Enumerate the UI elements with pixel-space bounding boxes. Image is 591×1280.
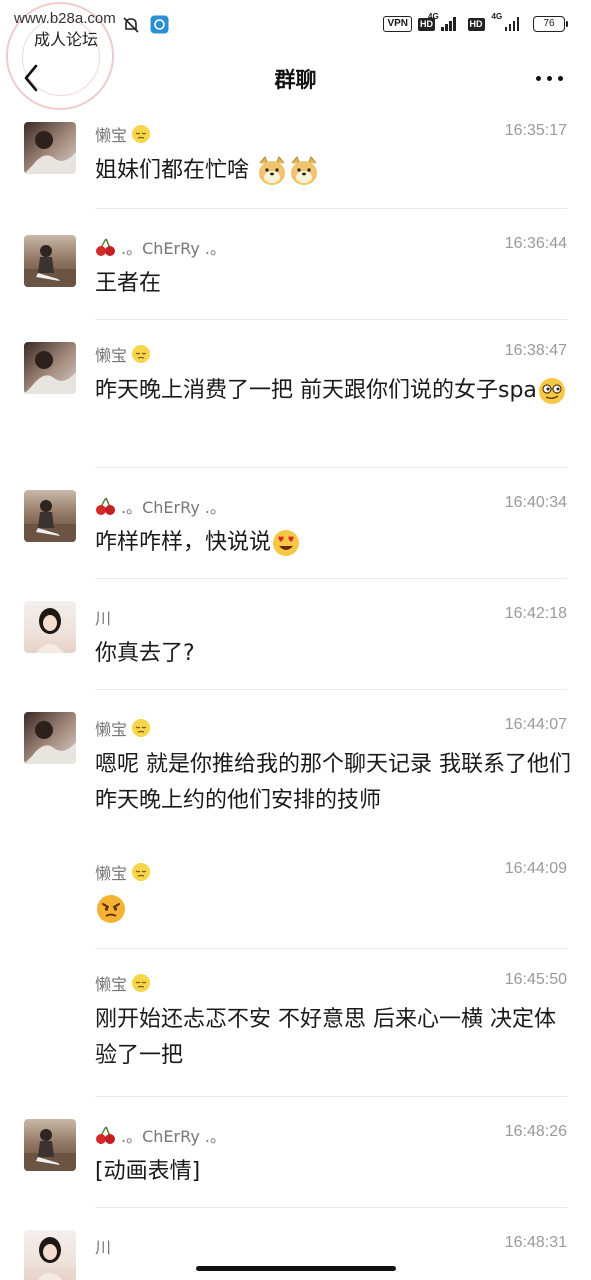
- message-time: 16:44:09: [504, 860, 567, 877]
- sender-name: 懒宝: [95, 342, 151, 366]
- message-time: 16:48:26: [504, 1123, 567, 1140]
- avatar[interactable]: [24, 601, 76, 653]
- sender-name: 懒宝: [95, 122, 151, 146]
- sender-name: 懒宝: [95, 716, 151, 740]
- message-time: 16:38:47: [504, 342, 567, 359]
- sender-name: 懒宝: [95, 971, 151, 995]
- watermark-title: 成人论坛: [34, 30, 99, 49]
- vpn-indicator: VPN: [383, 16, 412, 32]
- message-time: 16:44:07: [504, 716, 567, 733]
- message-text[interactable]: 姐妹们都在忙啥: [95, 153, 571, 189]
- home-indicator[interactable]: [196, 1266, 396, 1271]
- message-time: 16:42:18: [504, 605, 567, 622]
- message-text[interactable]: 嗯呢 就是你推给我的那个聊天记录 我联系了他们 昨天晚上约的他们安排的技师: [95, 747, 571, 819]
- smirk-glasses-emoji-icon: [538, 378, 565, 404]
- avatar[interactable]: [24, 490, 76, 542]
- message-item: 懒宝 16:38:47 昨天晚上消费了一把 前天跟你们说的女子spa: [0, 320, 591, 468]
- message-item: 川 16:42:18 你真去了?: [0, 579, 591, 690]
- message-time: 16:45:50: [504, 971, 567, 988]
- message-text[interactable]: [95, 891, 571, 927]
- bell-muted-icon: [122, 16, 140, 38]
- hd-indicator-2: HD: [467, 17, 485, 31]
- message-text[interactable]: 你真去了?: [95, 636, 571, 672]
- message-text[interactable]: 昨天晚上消费了一把 前天跟你们说的女子spa: [95, 373, 571, 409]
- cherry-icon: [96, 238, 115, 256]
- signal-icon-2: 4G: [492, 12, 519, 31]
- message-item: 懒宝 16:44:09: [0, 838, 591, 949]
- avatar[interactable]: [24, 1230, 76, 1280]
- more-dot: [535, 75, 541, 81]
- more-dot: [557, 75, 563, 81]
- message-item: 懒宝 16:44:07 嗯呢 就是你推给我的那个聊天记录 我联系了他们 昨天晚上…: [0, 690, 591, 838]
- sender-name: 川: [95, 609, 112, 628]
- more-options-button[interactable]: [529, 64, 569, 92]
- page-title: 群聊: [274, 68, 317, 92]
- message-time: 16:48:31: [504, 1234, 567, 1251]
- sleepy-face-icon: [132, 125, 151, 143]
- sender-name: 懒宝: [95, 860, 151, 884]
- message-text[interactable]: 王者在: [95, 266, 571, 302]
- sender-name: .。ChErRy .。: [95, 235, 226, 259]
- nav-bar: 群聊: [0, 50, 591, 106]
- message-item: .。ChErRy .。 16:48:26 [动画表情]: [0, 1097, 591, 1208]
- message-text[interactable]: 刚开始还忐忑不安 不好意思 后来心一横 决定体验了一把: [95, 1002, 571, 1074]
- avatar[interactable]: [24, 122, 76, 174]
- avatar[interactable]: [24, 235, 76, 287]
- avatar[interactable]: [24, 712, 76, 764]
- message-item: .。ChErRy .。 16:36:44 王者在: [0, 209, 591, 320]
- cherry-icon: [96, 1126, 115, 1144]
- message-time: 16:40:34: [504, 494, 567, 511]
- message-item: 懒宝 16:35:17 姐妹们都在忙啥: [0, 106, 591, 209]
- avatar[interactable]: [24, 1119, 76, 1171]
- heart-eyes-emoji-icon: [273, 530, 300, 556]
- sender-name: .。ChErRy .。: [95, 494, 226, 518]
- sender-name: 川: [95, 1238, 112, 1257]
- message-list[interactable]: 懒宝 16:35:17 姐妹们都在忙啥 .。ChErRy .。 16:36:44…: [0, 106, 591, 1280]
- battery-icon: 76: [533, 16, 568, 32]
- doge-emoji-icon: [291, 156, 318, 185]
- sender-name: .。ChErRy .。: [95, 1123, 226, 1147]
- sleepy-face-icon: [132, 974, 151, 992]
- angry-emoji-icon: [97, 895, 125, 923]
- message-time: 16:36:44: [504, 235, 567, 252]
- message-time: 16:35:17: [504, 122, 567, 139]
- sleepy-face-icon: [132, 719, 151, 737]
- app-notification-icon: [150, 15, 169, 38]
- message-text[interactable]: 咋样咋样，快说说: [95, 525, 571, 561]
- cherry-icon: [96, 497, 115, 515]
- doge-emoji-icon: [259, 156, 286, 185]
- sleepy-face-icon: [132, 345, 151, 363]
- signal-icon-1: 4G: [428, 12, 456, 31]
- message-item: 懒宝 16:45:50 刚开始还忐忑不安 不好意思 后来心一横 决定体验了一把: [0, 949, 591, 1097]
- sleepy-face-icon: [132, 863, 151, 881]
- more-dot: [546, 75, 552, 81]
- avatar[interactable]: [24, 342, 76, 394]
- message-item: .。ChErRy .。 16:40:34 咋样咋样，快说说: [0, 468, 591, 579]
- status-bar: www.b28a.com 成人论坛 VPN HD 4G HD 4G 76: [0, 0, 591, 110]
- watermark-url: www.b28a.com: [14, 10, 116, 27]
- message-text[interactable]: [动画表情]: [95, 1154, 571, 1190]
